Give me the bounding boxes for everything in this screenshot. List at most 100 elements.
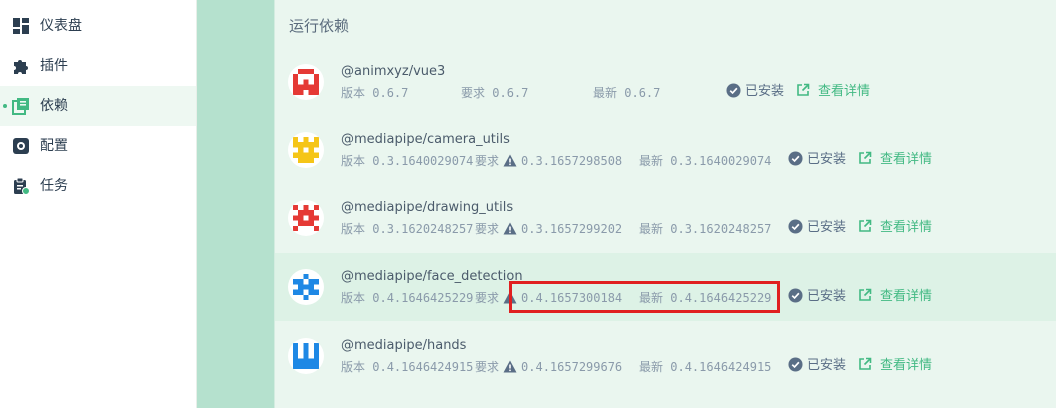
package-name: @mediapipe/drawing_utils — [341, 200, 514, 215]
check-circle-icon — [788, 151, 803, 166]
dependency-row: @mediapipe/camera_utils 版本 0.3.164002907… — [275, 116, 1056, 184]
sidebar-item-tasks[interactable]: 任务 — [0, 166, 196, 206]
sidebar-item-dashboard[interactable]: 仪表盘 — [0, 6, 196, 46]
latest-value: 0.3.1640029074 — [670, 154, 772, 168]
required-value: 0.3.1657299202 — [521, 222, 623, 236]
package-avatar — [288, 200, 324, 236]
latest-label: 最新 — [593, 86, 618, 100]
dependencies-panel: 运行依赖 @animxyz/vue3 版本 0.6.7 要求 0.6.7 最新 … — [274, 0, 1056, 408]
latest-value: 0.4.1646424915 — [670, 360, 772, 374]
clipboard-icon — [14, 177, 30, 195]
warning-icon — [503, 360, 517, 373]
installed-status: 已安装 — [726, 83, 784, 101]
puzzle-icon — [14, 60, 28, 74]
view-details-link[interactable]: 查看详情 — [858, 151, 932, 169]
package-required: 要求 0.6.7 — [461, 85, 528, 101]
package-name: @mediapipe/camera_utils — [341, 132, 510, 147]
check-circle-icon — [788, 357, 803, 372]
package-name: @animxyz/vue3 — [341, 64, 446, 79]
view-details-label: 查看详情 — [880, 289, 933, 304]
package-latest: 最新 0.4.1646425229 — [639, 290, 771, 306]
package-latest: 最新 0.3.1620248257 — [639, 221, 771, 237]
identicon-icon — [293, 343, 319, 369]
version-label: 版本 — [341, 222, 366, 236]
installed-label: 已安装 — [807, 289, 847, 304]
check-circle-icon — [726, 83, 741, 98]
package-version: 版本 0.3.1640029074 — [341, 153, 473, 169]
sidebar-item-label: 任务 — [40, 178, 68, 194]
package-version: 版本 0.4.1646425229 — [341, 290, 473, 306]
view-details-link[interactable]: 查看详情 — [796, 83, 870, 101]
view-details-label: 查看详情 — [880, 220, 933, 235]
sidebar: 仪表盘 插件 依赖 配置 任务 — [0, 0, 197, 408]
sidebar-item-plugins[interactable]: 插件 — [0, 46, 196, 86]
latest-label: 最新 — [639, 154, 664, 168]
page-title: 运行依赖 — [289, 17, 350, 35]
package-avatar — [288, 132, 324, 168]
view-details-label: 查看详情 — [880, 152, 933, 167]
sidebar-item-label: 插件 — [40, 58, 68, 74]
view-details-link[interactable]: 查看详情 — [858, 219, 932, 237]
view-details-label: 查看详情 — [880, 358, 933, 373]
view-details-link[interactable]: 查看详情 — [858, 288, 932, 306]
dependency-row: @animxyz/vue3 版本 0.6.7 要求 0.6.7 最新 0.6.7… — [275, 48, 1056, 116]
view-details-link[interactable]: 查看详情 — [858, 357, 932, 375]
installed-label: 已安装 — [807, 152, 847, 167]
external-link-icon — [859, 219, 872, 232]
sidebar-item-config[interactable]: 配置 — [0, 126, 196, 166]
identicon-icon — [293, 205, 319, 231]
latest-value: 0.6.7 — [624, 86, 661, 100]
package-required: 要求 0.4.1657300184 — [475, 290, 622, 306]
package-latest: 最新 0.3.1640029074 — [639, 153, 771, 169]
package-avatar — [288, 64, 324, 100]
sidebar-item-label: 仪表盘 — [40, 18, 82, 34]
identicon-icon — [293, 274, 319, 300]
external-link-icon — [797, 83, 810, 96]
package-latest: 最新 0.4.1646424915 — [639, 359, 771, 375]
package-required: 要求 0.4.1657299676 — [475, 359, 622, 375]
required-value: 0.4.1657300184 — [521, 291, 623, 305]
installed-status: 已安装 — [788, 219, 846, 237]
package-version: 版本 0.6.7 — [341, 85, 408, 101]
dashboard-icon — [13, 18, 29, 34]
installed-status: 已安装 — [788, 288, 846, 306]
library-icon — [12, 98, 29, 115]
identicon-icon — [293, 69, 319, 95]
package-name: @mediapipe/hands — [341, 338, 467, 353]
warning-icon — [503, 222, 517, 235]
installed-label: 已安装 — [745, 84, 785, 99]
external-link-icon — [859, 288, 872, 301]
version-value: 0.3.1640029074 — [372, 154, 474, 168]
external-link-icon — [859, 151, 872, 164]
package-version: 版本 0.3.1620248257 — [341, 221, 473, 237]
package-latest: 最新 0.6.7 — [593, 85, 660, 101]
package-version: 版本 0.4.1646424915 — [341, 359, 473, 375]
installed-label: 已安装 — [807, 220, 847, 235]
installed-label: 已安装 — [807, 358, 847, 373]
package-avatar — [288, 338, 324, 374]
installed-status: 已安装 — [788, 151, 846, 169]
external-link-icon — [859, 357, 872, 370]
version-value: 0.6.7 — [372, 86, 409, 100]
required-label: 要求 — [461, 86, 486, 100]
version-value: 0.3.1620248257 — [372, 222, 474, 236]
package-required: 要求 0.3.1657298508 — [475, 153, 622, 169]
version-label: 版本 — [341, 86, 366, 100]
sidebar-item-dependencies[interactable]: 依赖 — [0, 86, 196, 126]
required-value: 0.6.7 — [492, 86, 529, 100]
package-name: @mediapipe/face_detection — [341, 269, 523, 284]
required-label: 要求 — [475, 222, 500, 236]
version-label: 版本 — [341, 154, 366, 168]
required-label: 要求 — [475, 291, 500, 305]
version-label: 版本 — [341, 360, 366, 374]
required-value: 0.4.1657299676 — [521, 360, 623, 374]
version-label: 版本 — [341, 291, 366, 305]
dependency-row: @mediapipe/hands 版本 0.4.1646424915 要求 0.4… — [275, 322, 1056, 390]
sidebar-item-label: 配置 — [40, 138, 68, 154]
required-label: 要求 — [475, 360, 500, 374]
package-avatar — [288, 269, 324, 305]
dependency-row: @mediapipe/face_detection 版本 0.4.1646425… — [275, 253, 1056, 321]
latest-value: 0.3.1620248257 — [670, 222, 772, 236]
sidebar-item-label: 依赖 — [40, 98, 68, 114]
gear-icon — [13, 138, 29, 154]
